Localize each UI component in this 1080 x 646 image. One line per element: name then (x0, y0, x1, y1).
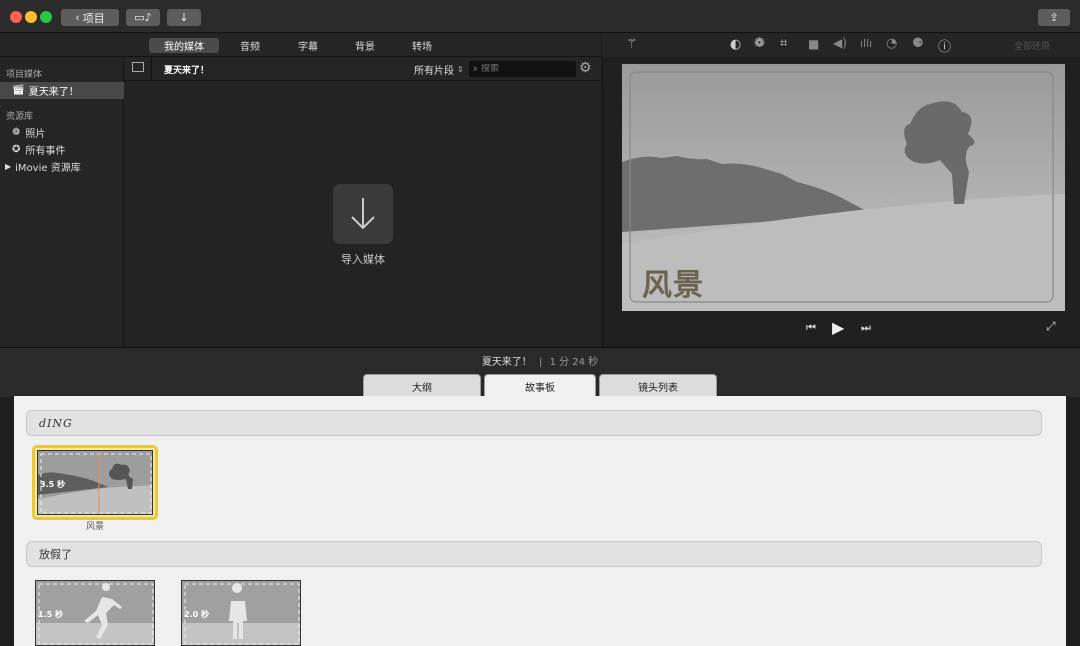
media-library-toggle-button[interactable]: ▭♪ (126, 9, 160, 26)
clip-duration: 2.0 秒 (184, 610, 209, 619)
volume-icon[interactable]: ◀) (833, 36, 847, 50)
group-title[interactable]: 放假了 (39, 546, 72, 562)
filter-icon[interactable]: ⚈ (912, 36, 924, 51)
arrow-down-icon (351, 198, 375, 230)
share-button[interactable]: ⇪ (1038, 9, 1070, 26)
clip-duration: 3.5 秒 (40, 480, 65, 489)
back-to-projects-button[interactable]: ‹ 项目 (61, 9, 119, 26)
search-input[interactable] (481, 64, 562, 74)
film-music-icon: ▭♪ (134, 11, 152, 24)
sidebar-item-label: 所有事件 (25, 146, 66, 157)
clip-duration: 1.5 秒 (38, 610, 63, 619)
clip-selected-highlight[interactable]: 3.5 秒 (32, 445, 158, 520)
timeline-header: 夏天来了！ | 1 分 24 秒 (0, 347, 1080, 371)
disclosure-triangle-icon[interactable]: ▶ (5, 162, 11, 171)
close-window-button[interactable] (10, 11, 22, 23)
tab-titles[interactable]: 字幕 (286, 38, 330, 53)
import-button[interactable]: ↓ (167, 9, 201, 26)
color-correction-icon[interactable]: ❁ (754, 36, 765, 51)
project-title: 夏天来了！ (481, 357, 532, 368)
media-browser: 导入媒体 (124, 81, 601, 347)
section-project-media: 项目媒体 (6, 70, 43, 80)
filter-label: 所有片段 (414, 66, 454, 77)
section-library: 资源库 (6, 112, 34, 122)
browser-title: 夏天来了！ (164, 66, 210, 76)
sidebar-item-project[interactable]: 🎬︎ 夏天来了！ (0, 82, 124, 99)
share-icon: ⇪ (1049, 11, 1059, 24)
library-sidebar: 项目媒体 🎬︎ 夏天来了！ 资源库 ❁ 照片 ✪ 所有事件 ▶ iMovie 资… (0, 57, 124, 347)
sidebar-toggle-icon[interactable] (132, 62, 144, 72)
viewer-toolbar: ⚚ ◐ ❁ ⌗ ■ ◀) ıllı ◔ ⚈ ⓘ 全部还原 (602, 33, 1080, 57)
storyboard-tabs: 大纲 故事板 镜头列表 (0, 371, 1080, 398)
media-tabs-bar: 我的媒体 音频 字幕 背景 转场 (0, 33, 601, 57)
title-bar: ‹ 项目 ▭♪ ↓ ⇪ (0, 0, 1080, 33)
clip-filter-select[interactable]: 所有片段 ⇕ (414, 62, 464, 77)
preview-frame: 风景 (622, 64, 1065, 311)
skip-back-icon[interactable]: ⏮︎ (806, 321, 816, 335)
zoom-window-button[interactable] (40, 11, 52, 23)
clip-thumbnail[interactable]: 3.5 秒 (37, 450, 153, 515)
reset-all-button[interactable]: 全部还原 (1014, 39, 1050, 52)
play-icon[interactable]: ▶ (832, 318, 844, 337)
tab-audio[interactable]: 音频 (228, 38, 272, 53)
search-icon: ⌕ (473, 64, 479, 74)
tab-shot-list[interactable]: 镜头列表 (599, 374, 717, 398)
chevron-updown-icon: ⇕ (457, 65, 464, 74)
search-field[interactable]: ⌕ (469, 61, 576, 77)
color-balance-icon[interactable]: ◐ (730, 37, 741, 52)
equalizer-icon[interactable]: ıllı (860, 37, 872, 50)
minimize-window-button[interactable] (25, 11, 37, 23)
tab-my-media[interactable]: 我的媒体 (149, 38, 219, 53)
sidebar-item-label: iMovie 资源库 (15, 163, 81, 174)
import-media-label: 导入媒体 (341, 253, 385, 266)
project-duration: 1 分 24 秒 (549, 357, 599, 368)
group-title[interactable]: dING (39, 417, 73, 430)
clip-thumbnail[interactable]: 2.0 秒 (181, 580, 301, 646)
tab-transitions[interactable]: 转场 (400, 38, 444, 53)
sidebar-item-label: 夏天来了！ (28, 87, 79, 98)
magic-wand-icon[interactable]: ⚚ (626, 37, 638, 52)
browser-toolbar: 夏天来了！ 所有片段 ⇕ ⌕ ⚙ (124, 57, 601, 81)
arrow-down-icon: ↓ (179, 11, 189, 24)
sidebar-item-photos[interactable]: ❁ 照片 (0, 124, 124, 141)
sidebar-item-all-events[interactable]: ✪ 所有事件 (0, 141, 124, 158)
stabilization-icon[interactable]: ■ (808, 37, 819, 51)
info-icon[interactable]: ⓘ (938, 36, 951, 55)
star-box-icon: ✪ (12, 144, 21, 155)
photos-icon: ❁ (12, 127, 21, 138)
tab-storyboard[interactable]: 故事板 (484, 374, 596, 398)
clip-label: 风景 (85, 522, 104, 532)
tab-backgrounds[interactable]: 背景 (343, 38, 387, 53)
fullscreen-icon[interactable]: ⤢ (1046, 319, 1056, 334)
chevron-left-icon: ‹ (75, 11, 80, 24)
storyboard-area: dING 3.5 秒 风景 放假了 1.5 秒 2.0 秒 (14, 396, 1066, 646)
import-media-button[interactable] (333, 184, 393, 244)
preview-title: 风景 (642, 268, 704, 303)
storyboard-group-header[interactable]: dING (26, 410, 1042, 436)
viewer-panel: 风景 ⏮︎ ▶ ⏭︎ ⤢ (602, 57, 1080, 347)
tab-outline[interactable]: 大纲 (363, 374, 481, 398)
storyboard-group-header[interactable]: 放假了 (26, 541, 1042, 567)
speed-icon[interactable]: ◔ (886, 36, 897, 51)
clapper-icon: 🎬︎ (12, 85, 25, 96)
gear-icon[interactable]: ⚙ (579, 60, 592, 76)
crop-icon[interactable]: ⌗ (780, 36, 787, 51)
sidebar-item-imovie-library[interactable]: ▶ iMovie 资源库 (0, 158, 124, 175)
back-label: 项目 (82, 11, 105, 25)
sidebar-item-label: 照片 (25, 129, 46, 140)
clip-thumbnail[interactable]: 1.5 秒 (35, 580, 155, 646)
skip-forward-icon[interactable]: ⏭︎ (861, 321, 871, 335)
